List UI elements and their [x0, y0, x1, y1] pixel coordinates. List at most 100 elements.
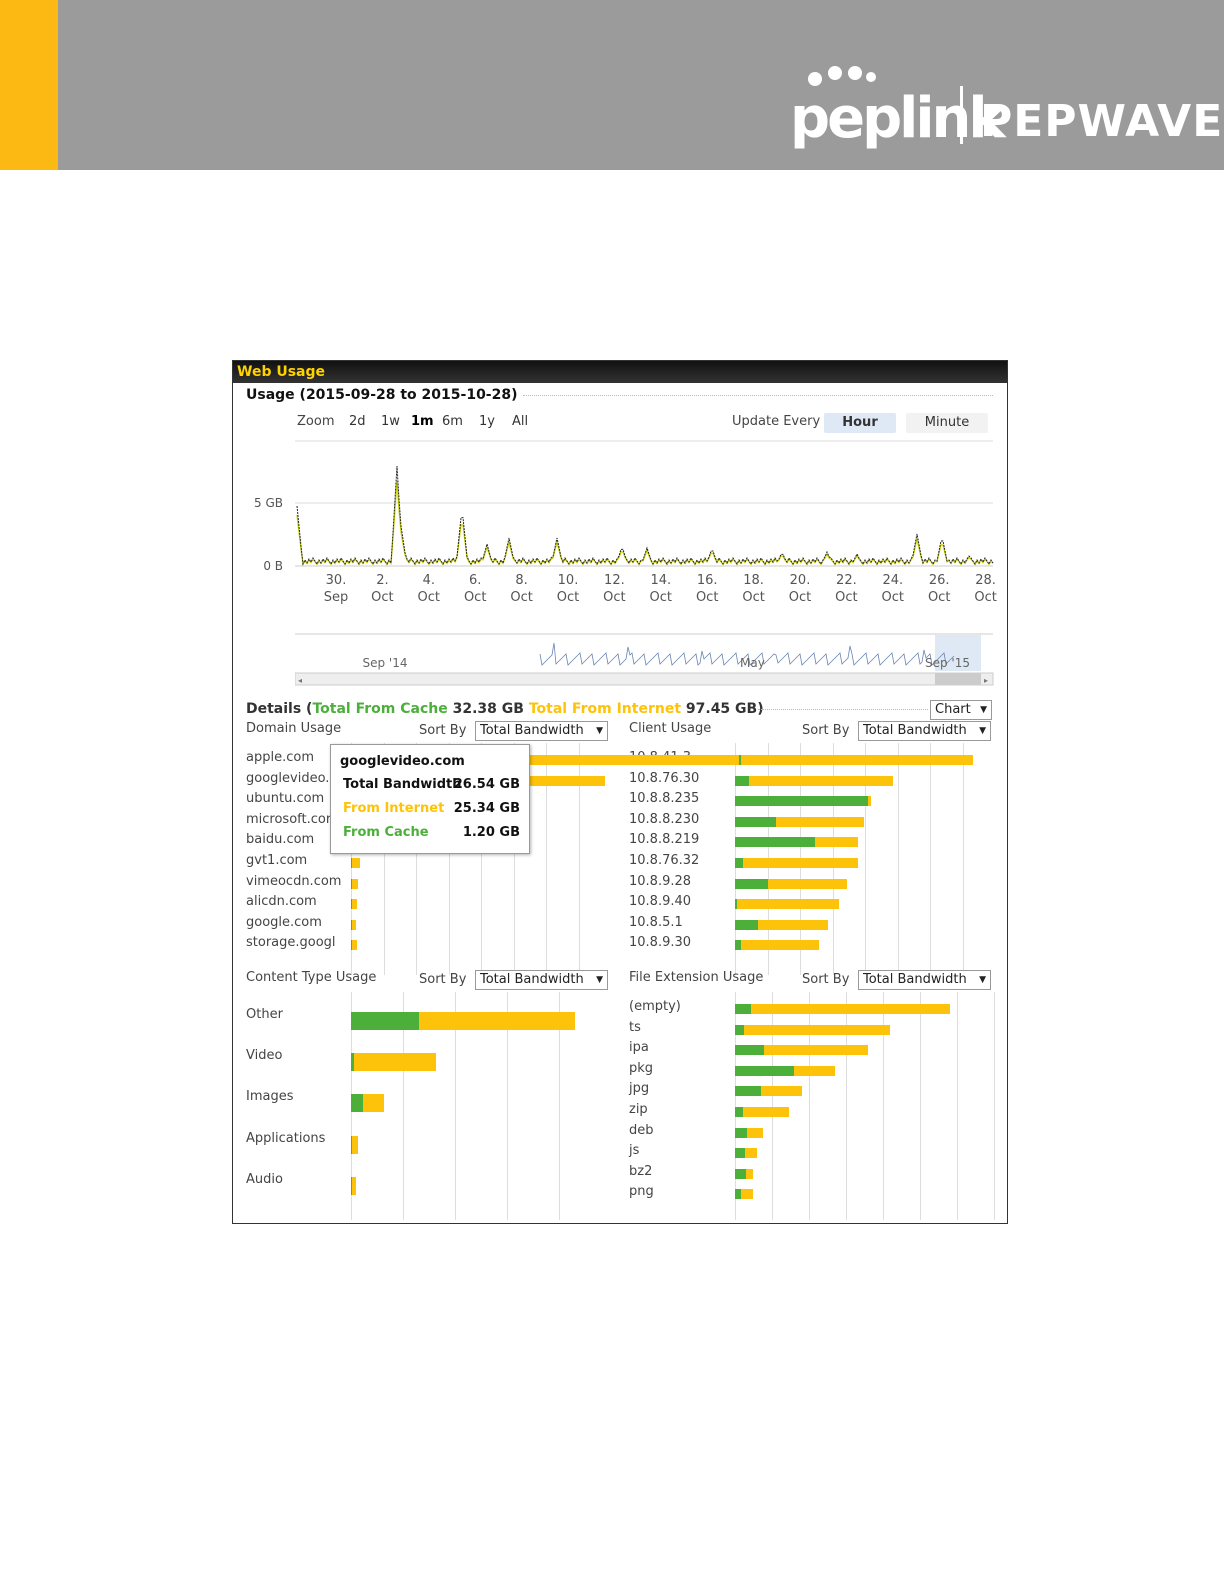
gridline — [930, 743, 931, 975]
x-tick-month: Oct — [650, 590, 672, 605]
row-label: 10.8.76.32 — [629, 853, 700, 868]
navigator-label: Sep '15 — [925, 656, 970, 670]
cache-bar — [735, 796, 868, 807]
x-tick-month: Oct — [789, 590, 811, 605]
row-label: storage.googl — [246, 935, 336, 951]
row-label: deb — [629, 1122, 654, 1138]
row-label: gvt1.com — [246, 853, 308, 868]
cache-bar — [735, 1004, 752, 1014]
row-label: zip — [629, 1102, 648, 1117]
internet-bar — [737, 899, 839, 910]
row-label: Applications — [246, 1130, 326, 1146]
internet-bar — [741, 940, 819, 951]
zoom-button-all[interactable]: All — [512, 414, 528, 429]
client-usage-sort-select[interactable]: Total Bandwidth ▼ — [858, 721, 991, 741]
total-internet-value: 97.45 GB — [685, 701, 758, 717]
x-tick-month: Oct — [510, 590, 532, 605]
row-label: microsoft.cor — [246, 811, 332, 827]
cache-bar — [735, 775, 749, 786]
sort-by-label: Sort By — [802, 723, 850, 738]
tooltip-row-label: From Cache — [343, 825, 429, 840]
x-tick-day: 16. — [697, 573, 718, 588]
cache-bar — [735, 919, 758, 930]
chevron-down-icon: ▼ — [980, 705, 987, 715]
zoom-button-1m[interactable]: 1m — [411, 414, 434, 429]
zoom-button-2d[interactable]: 2d — [349, 414, 366, 429]
internet-series-line — [296, 480, 994, 567]
tooltip-row-label: Total Bandwidth — [343, 777, 462, 792]
update-minute-button[interactable]: Minute — [906, 413, 988, 433]
row-label: ipa — [629, 1040, 649, 1056]
x-tick-day: 26. — [929, 573, 950, 588]
gridline — [994, 992, 995, 1220]
internet-bar — [743, 858, 858, 868]
sort-select-value: Total Bandwidth — [480, 972, 584, 987]
row-label: 10.8.76.30 — [629, 770, 700, 786]
internet-bar — [354, 1053, 437, 1072]
row-label: alicdn.com — [246, 894, 317, 910]
row-label: ubuntu.com — [246, 791, 325, 807]
row-label: ts — [629, 1019, 641, 1035]
zoom-button-1w[interactable]: 1w — [381, 414, 400, 429]
internet-bar — [743, 1024, 891, 1035]
details-summary: Details (Total From Cache 32.38 GB Total… — [246, 701, 764, 717]
logo-dot — [808, 72, 822, 86]
time-navigator[interactable]: Sep '14 May Sep '15 ◂ ▸ — [295, 633, 995, 691]
domain-usage-sort-select[interactable]: Total Bandwidth ▼ — [475, 721, 608, 741]
internet-bar — [351, 878, 358, 889]
zoom-label: Zoom — [297, 414, 335, 429]
row-label: js — [629, 1143, 640, 1159]
cache-bar — [351, 1094, 364, 1113]
row-label: apple.com — [246, 750, 314, 765]
file-extension-usage-sort-select[interactable]: Total Bandwidth ▼ — [858, 970, 991, 990]
cache-bar — [735, 1168, 747, 1179]
chevron-down-icon: ▼ — [596, 726, 603, 736]
logo-dot — [866, 72, 876, 82]
internet-bar — [418, 1012, 575, 1030]
x-tick-month: Oct — [418, 590, 440, 605]
gridline — [897, 743, 899, 975]
zoom-button-6m[interactable]: 6m — [442, 414, 463, 429]
sort-by-label: Sort By — [802, 972, 850, 987]
row-label: 10.8.8.235 — [629, 791, 700, 807]
file-extension-usage-title: File Extension Usage — [629, 970, 764, 985]
x-tick-month: Oct — [974, 590, 996, 605]
gridline — [957, 992, 958, 1220]
panel-title: Web Usage — [233, 361, 1007, 383]
cache-bar — [735, 1045, 764, 1056]
row-label: Audio — [246, 1171, 283, 1187]
content-type-usage-title: Content Type Usage — [246, 970, 377, 985]
internet-bar — [742, 1107, 790, 1117]
internet-bar — [775, 816, 864, 827]
x-tick-day: 8. — [515, 573, 527, 588]
chevron-down-icon: ▼ — [979, 975, 986, 985]
x-tick-day: 18. — [743, 573, 764, 588]
tooltip-row-value: 26.54 GB — [453, 777, 520, 792]
x-tick-day: 24. — [882, 573, 903, 588]
sort-by-label: Sort By — [419, 972, 467, 987]
row-label: bz2 — [629, 1163, 653, 1179]
content-type-usage-sort-select[interactable]: Total Bandwidth ▼ — [475, 970, 608, 990]
internet-bar — [749, 775, 893, 786]
zoom-button-1y[interactable]: 1y — [479, 414, 495, 429]
internet-bar — [352, 1135, 359, 1154]
update-hour-button[interactable]: Hour — [824, 413, 896, 433]
x-tick-day: 10. — [558, 573, 579, 588]
view-mode-select[interactable]: Chart ▼ — [930, 700, 992, 720]
x-tick-month: Oct — [603, 590, 625, 605]
divider — [523, 395, 993, 396]
x-tick-month: Oct — [696, 590, 718, 605]
row-label: vimeocdn.com — [246, 873, 342, 889]
gridline — [920, 992, 921, 1220]
logo-dot — [848, 66, 862, 80]
y-tick-label: 5 GB — [254, 496, 283, 510]
row-label: pkg — [629, 1060, 654, 1076]
row-label: Other — [246, 1007, 283, 1022]
scroll-right-icon[interactable]: ▸ — [984, 676, 988, 685]
scroll-left-icon[interactable]: ◂ — [298, 676, 302, 685]
internet-bar — [767, 878, 847, 889]
x-tick-day: 12. — [604, 573, 625, 588]
x-tick-day: 22. — [836, 573, 857, 588]
navigator-label: Sep '14 — [363, 656, 408, 670]
sort-select-value: Total Bandwidth — [863, 723, 967, 738]
